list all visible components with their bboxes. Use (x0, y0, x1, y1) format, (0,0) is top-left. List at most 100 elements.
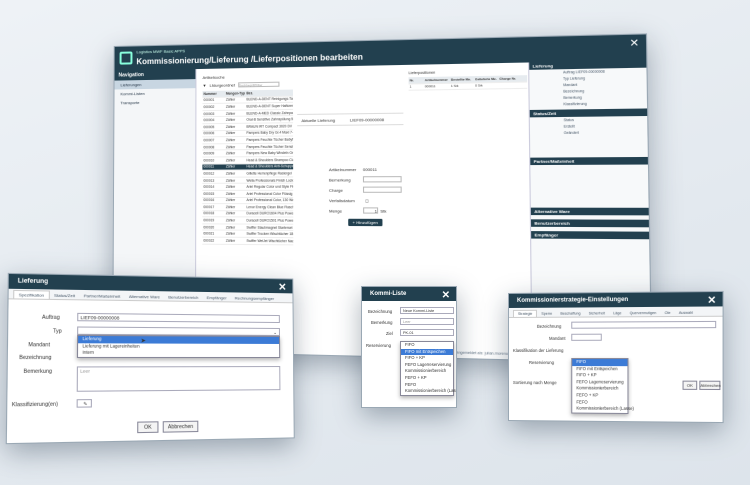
tab-quer[interactable]: Quervermutigen (625, 310, 660, 316)
strat-sort-label: Sortierung nach Menge (512, 380, 557, 386)
close-icon[interactable]: ✕ (442, 290, 450, 301)
table-cell: Zähler (225, 104, 236, 109)
tab-partner[interactable]: Partner/Maßeinheit (79, 292, 124, 300)
reservierung-option[interactable]: FIFO mit Entspeichen (401, 348, 453, 356)
pos-col-nr[interactable]: Nr. (409, 78, 424, 82)
strat-bez-field[interactable] (571, 320, 717, 329)
col-mengen-typ[interactable]: Mengen-Typ (225, 91, 245, 95)
tab-laege[interactable]: Läge (609, 310, 625, 316)
reservierung-option[interactable]: FEFO Lagerreservierung (401, 362, 453, 369)
kommi-ziel-select[interactable]: PK-01 (400, 329, 454, 336)
positions-label: Lieferpositionen (408, 70, 436, 76)
tab-benutzer[interactable]: Benutzerbereich (164, 293, 202, 301)
table-cell: Zähler (225, 124, 236, 129)
calendar-icon[interactable]: ◻ (365, 198, 369, 203)
ok-button[interactable]: OK (137, 421, 159, 434)
article-no-value: 000011 (362, 166, 377, 173)
reservierung-option[interactable]: FEFO (401, 382, 453, 389)
side-section-empfaenger[interactable]: Empfänger (531, 231, 650, 240)
bemerkung-field[interactable]: Leer (76, 366, 281, 392)
table-cell: Zähler (225, 225, 236, 230)
col-bez[interactable]: Bez. (245, 90, 293, 95)
strat-cancel-button[interactable]: Abbrechen (699, 380, 721, 391)
tab-sperre[interactable]: Sperre (537, 311, 556, 317)
table-cell: Pampers New Baby Windeln Gr.1 Newborn (246, 150, 294, 156)
tab-empfaenger[interactable]: Empfänger (203, 294, 231, 301)
tab-alternative[interactable]: Alternative Ware (125, 293, 165, 301)
table-cell: Zähler (225, 97, 236, 103)
strategie-dialog: Kommissionierstrategie-Einstellungen ✕ S… (508, 290, 724, 424)
nav-item-transporte[interactable]: Transporte (114, 97, 195, 107)
kommi-bez-field[interactable]: Neue Kommi-Liste (400, 307, 454, 314)
typ-option-intern[interactable]: Intern (78, 350, 279, 357)
tab-status-zeit[interactable]: Status/Zeit (50, 292, 80, 300)
reservierung-option[interactable]: FIFO + KP (401, 355, 453, 362)
side-value-auftrag: LIEF09-00000008 (575, 69, 605, 75)
close-icon[interactable]: ✕ (278, 282, 286, 293)
tab-spezifikation[interactable]: Spezifikation (13, 289, 50, 299)
tab-beschaffung[interactable]: Beschaffung (556, 310, 584, 316)
reservierung-option[interactable]: Kommissionierbereich (401, 368, 453, 375)
position-row[interactable]: 1 000011 1 Stk 0 Stk (408, 82, 528, 91)
table-cell: Zähler (225, 198, 236, 203)
col-nummer[interactable]: Nummer (203, 91, 225, 96)
kommi-bem-field[interactable]: Leer (400, 318, 454, 325)
tab-ole[interactable]: Ole (660, 310, 674, 316)
table-cell: Ariel Professional Color, 130 Waschladun… (246, 198, 294, 203)
auftrag-field[interactable]: LIEF09-00000008 (77, 312, 280, 324)
batch-field[interactable] (362, 186, 402, 193)
table-cell: Zähler (225, 218, 236, 223)
table-cell: Swiffer Trocken Wischtücher 18er (246, 231, 294, 237)
note-field[interactable] (362, 176, 402, 183)
filter-input[interactable]: Suchbegriff/Filter (238, 81, 280, 88)
funnel-icon[interactable]: ▼ (203, 83, 207, 88)
table-cell: Zähler (225, 117, 236, 123)
current-delivery-value: LIEF09-00000008 (349, 117, 385, 123)
pos-col-bestellt[interactable]: Bestellte Me. (450, 77, 474, 82)
close-icon[interactable]: ✕ (629, 38, 639, 50)
pos-col-artikel[interactable]: Artikelnummer (424, 77, 450, 82)
edit-icon[interactable]: ✎ (76, 399, 92, 408)
table-cell: Zähler (225, 231, 236, 237)
table-cell: Zähler (225, 158, 236, 163)
table-cell: Zähler (225, 111, 236, 116)
side-section-partner[interactable]: Partner/Maßeinheit (530, 156, 648, 166)
table-cell: 000010 (203, 158, 215, 163)
strat-mandant-select[interactable] (571, 333, 602, 341)
table-cell: 000022 (203, 238, 215, 243)
reservierung-option[interactable]: FEFO + KP (401, 375, 453, 382)
pos-col-geliefert[interactable]: Gelieferte Me. (474, 77, 498, 82)
table-cell: 000004 (203, 118, 215, 123)
qty-label: Menge (329, 208, 343, 214)
table-cell: Zähler (225, 144, 236, 149)
table-cell: Zähler (225, 211, 236, 216)
reservierung-option[interactable]: Kommissionierbereich (Lasse) (401, 388, 456, 395)
reservierung-option[interactable]: FIFO (401, 342, 453, 349)
tab-auswahl[interactable]: Auswahl (675, 310, 698, 316)
lieferung-title: Lieferung (17, 278, 49, 286)
table-cell: Duracell DURO1604 Plus Power 9V (246, 211, 294, 216)
side-section-benutzer[interactable]: Benutzerbereich (530, 219, 649, 228)
cancel-button[interactable]: Abbrechen (162, 420, 199, 433)
strat-tabs: Strategie Sperre Beschaffung Sicherheit … (508, 306, 723, 318)
table-cell: 000008 (203, 144, 215, 149)
reservierung-option[interactable]: Kommissionierbereich (Lasse) (572, 406, 634, 413)
close-icon[interactable]: ✕ (707, 295, 716, 306)
qty-unit[interactable]: Stk (380, 208, 386, 213)
strat-ok-button[interactable]: OK (682, 380, 698, 390)
side-section-alternative[interactable]: Alternative Ware (530, 207, 649, 216)
add-button[interactable]: + Hinzufügen (348, 218, 383, 227)
qty-field[interactable]: 1 (363, 207, 379, 214)
strat-klass-label: Klassifikation der Lieferung (512, 347, 564, 353)
table-cell: Ariel Regular Color und Style Flüssigwas… (246, 184, 294, 189)
tab-rechnung[interactable]: Rechnungsempfänger (231, 294, 278, 302)
tab-sicherheit[interactable]: Sicherheit (585, 310, 609, 316)
table-cell: 000003 (203, 111, 215, 116)
pos-col-charge[interactable]: Charge Nr. (498, 76, 520, 81)
typ-label: Typ (52, 328, 62, 335)
table-cell: 000017 (203, 204, 215, 210)
table-row[interactable]: 000015 Zähler Ariel Professional Color Flü… (202, 190, 294, 198)
table-row[interactable]: 000022 Zähler Swiffer WetJet Wischtücher N… (202, 237, 294, 246)
table-cell: BRAUN IRT Compact 3020 DV (246, 124, 293, 129)
tab-strategie[interactable]: Strategie (512, 309, 538, 317)
